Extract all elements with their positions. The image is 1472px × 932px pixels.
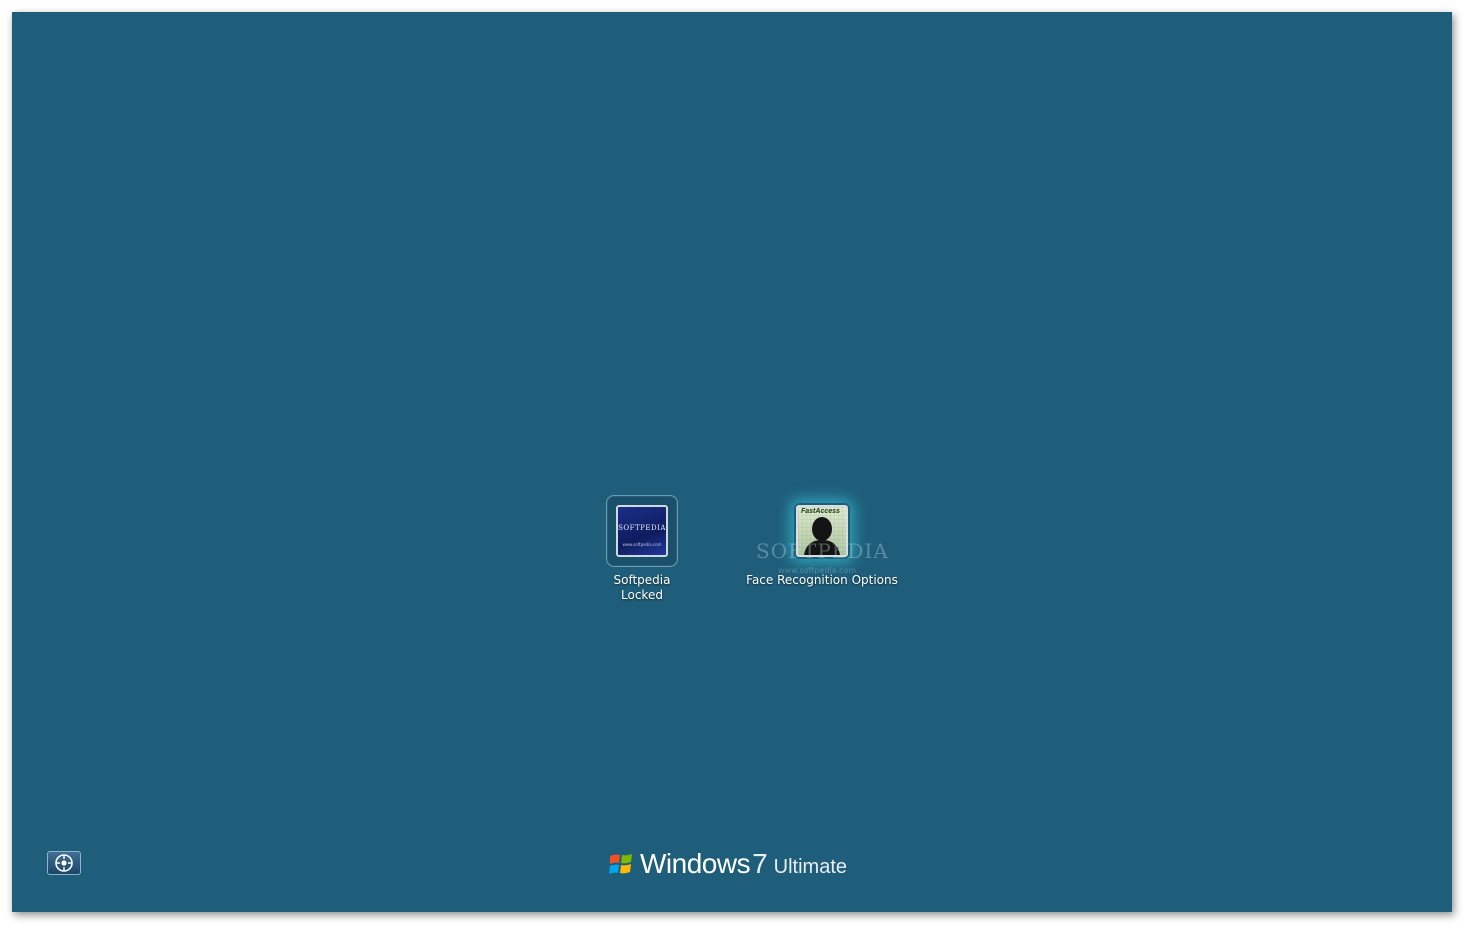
user-picture-brand-text: FastAccess xyxy=(801,508,840,515)
user-picture-logo-text: SOFTPEDIA xyxy=(618,524,666,532)
user-tile-frame-glow[interactable]: FastAccess xyxy=(794,503,850,559)
user-picture-url-text: www.softpedia.com xyxy=(622,542,662,547)
brand-product: Windows xyxy=(640,848,751,879)
user-tile-frame[interactable]: SOFTPEDIA www.softpedia.com xyxy=(606,495,678,567)
brand-edition: Ultimate xyxy=(773,855,848,878)
user-picture-face-recognition: FastAccess xyxy=(796,505,848,557)
user-picture-softpedia: SOFTPEDIA www.softpedia.com xyxy=(616,505,668,557)
user-status: Locked xyxy=(621,588,663,602)
brand-version: 7 xyxy=(752,848,768,879)
windows-flag-icon xyxy=(609,854,632,874)
user-name: Softpedia xyxy=(613,573,671,587)
user-tile-label: Face Recognition Options xyxy=(746,573,898,588)
ease-of-access-icon xyxy=(55,854,73,872)
windows-branding: Windows 7 Ultimate xyxy=(608,848,847,880)
user-name: Face Recognition Options xyxy=(746,573,898,587)
logon-screen: SOFTPEDIA www.softpedia.com Softpedia Lo… xyxy=(12,12,1452,912)
user-tile-label: Softpedia Locked xyxy=(614,573,671,603)
user-tile-softpedia[interactable]: SOFTPEDIA www.softpedia.com Softpedia Lo… xyxy=(604,495,680,603)
user-tile-face-recognition[interactable]: FastAccess Face Recognition Options xyxy=(746,503,898,588)
ease-of-access-button[interactable] xyxy=(47,851,81,875)
